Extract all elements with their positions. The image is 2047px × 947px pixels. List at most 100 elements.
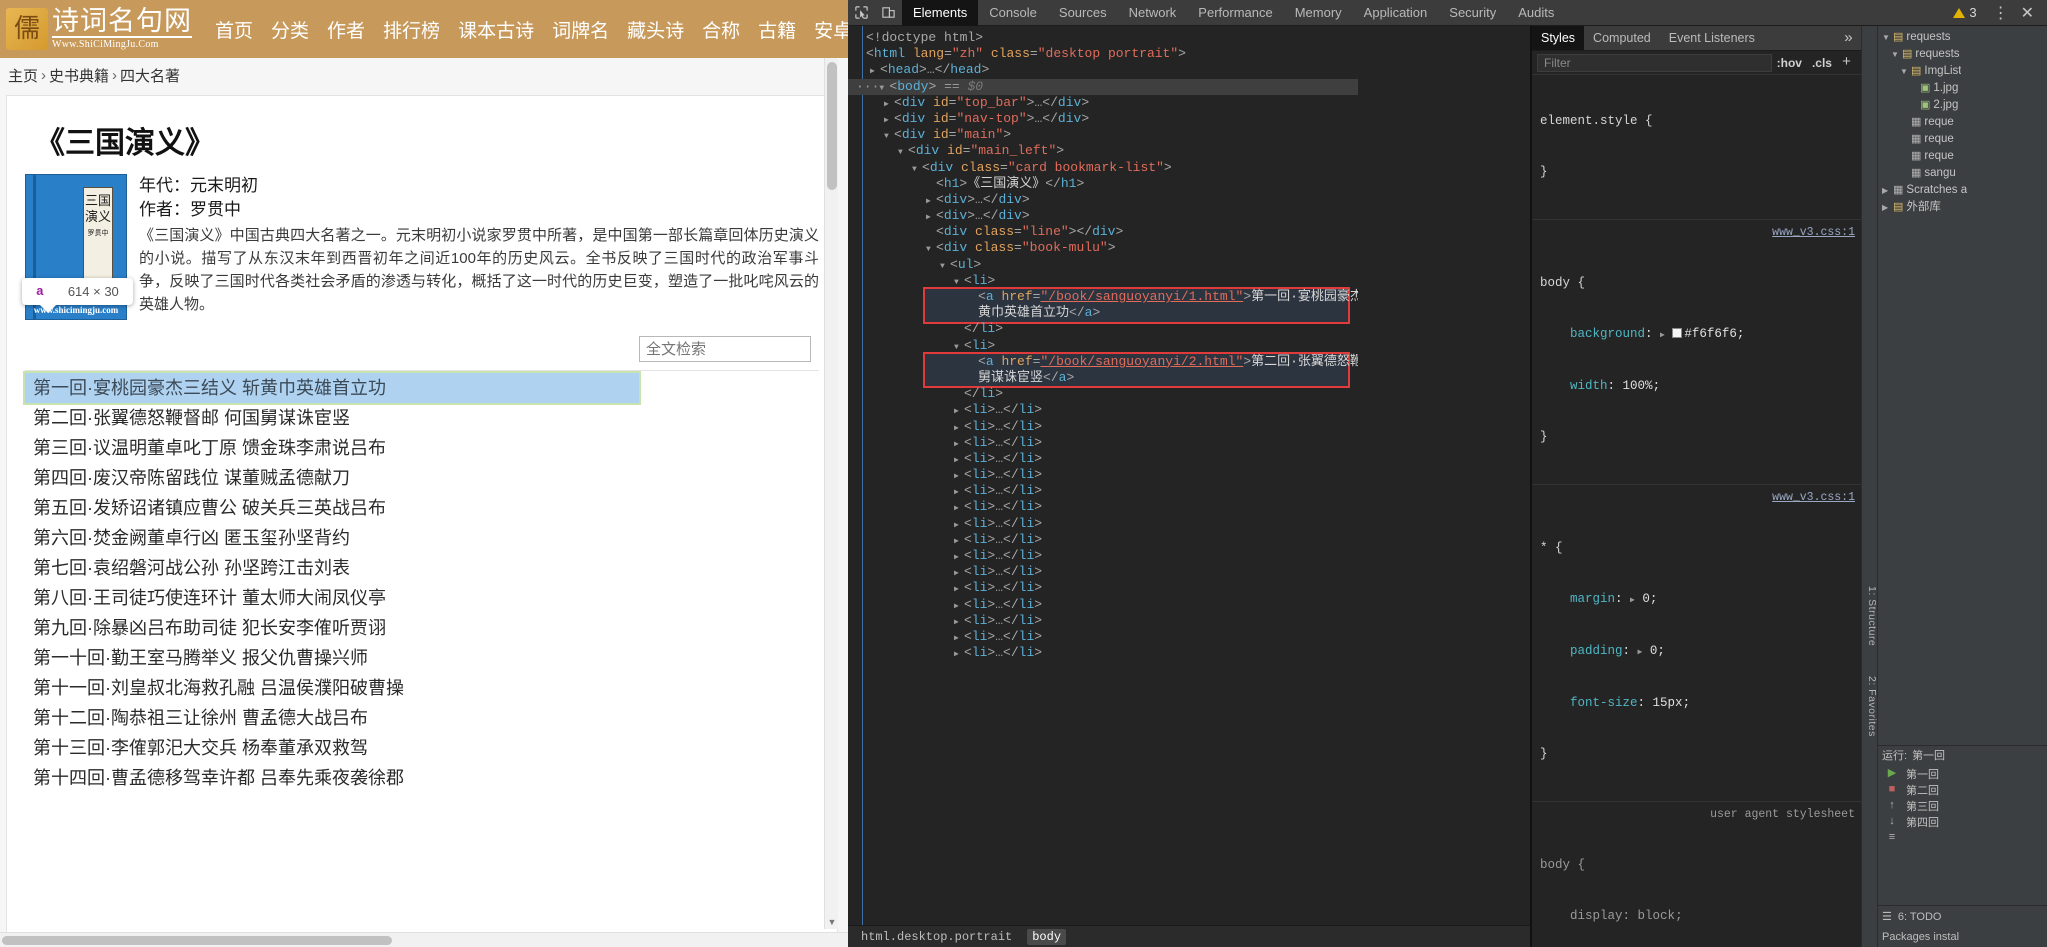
dom-node-line[interactable]: <div id="top_bar">…</div> [848,95,1358,111]
ide-tab-favorites[interactable]: 2: Favorites [1862,676,1878,737]
ide-tree-twisty-icon[interactable]: ▼ [1891,46,1899,63]
style-declaration[interactable]: width: 100%; [1540,378,1861,395]
dom-node-line[interactable]: 舅谋诛宦竖</a> [848,370,1358,386]
dom-node-line[interactable]: <div class="card bookmark-list"> [848,160,1358,176]
style-rule-element-style[interactable]: element.style { } [1532,75,1861,220]
search-input[interactable] [639,336,811,362]
chapter-item-9[interactable]: 第九回·除暴凶吕布助司徒 犯长安李傕听贾诩 [25,613,819,643]
dom-node-line[interactable]: <li>…</li> [848,629,1358,645]
page-vertical-scrollbar[interactable]: ▲ ▼ [824,58,838,929]
ide-tree-item[interactable]: ▦ reque [1878,114,2047,131]
ide-project-tree[interactable]: ▼ ▤ requests ▼ ▤ requests ▼ ▤ ImgList ▣ 1.jpg ▣ 2.jp… [1878,26,2047,745]
chapter-item-10[interactable]: 第一十回·勤王室马腾举义 报父仇曹操兴师 [25,643,819,673]
ide-tree-item[interactable]: ▦ reque [1878,131,2047,148]
chapter-item-14[interactable]: 第十四回·曹孟德移驾幸许都 吕奉先乘夜袭徐郡 [25,763,819,793]
chapter-item-1[interactable]: 第一回·宴桃园豪杰三结义 斩黄巾英雄首立功 [23,371,641,405]
dom-node-line[interactable]: <div>…</div> [848,208,1358,224]
dom-node-line[interactable]: <li>…</li> [848,451,1358,467]
run-stop-icon[interactable]: ■ [1889,783,1896,795]
chapter-item-7[interactable]: 第七回·袁绍磐河战公孙 孙坚跨江击刘表 [25,553,819,583]
dom-node-line[interactable]: <div id="nav-top">…</div> [848,111,1358,127]
dom-node-line[interactable]: <li>…</li> [848,402,1358,418]
ide-tab-structure[interactable]: 1: Structure [1862,586,1878,646]
chapter-item-5[interactable]: 第五回·发矫诏诸镇应曹公 破关兵三英战吕布 [25,493,819,523]
chapter-item-4[interactable]: 第四回·废汉帝陈留践位 谋董贼孟德献刀 [25,463,819,493]
dom-node-line[interactable]: <ul> [848,257,1358,273]
style-declaration[interactable]: font-size: 15px; [1540,695,1861,712]
breadcrumb-item-history-books[interactable]: 史书典籍 [49,65,109,86]
site-logo-text[interactable]: 诗词名句网 Www.ShiCiMingJu.Com [52,7,192,51]
nav-item-category[interactable]: 分类 [262,16,318,43]
site-logo-icon[interactable]: 儒 [6,8,48,50]
dom-node-line[interactable]: ···<body> == $0 [848,78,1358,95]
device-toolbar-icon[interactable] [875,0,902,26]
ide-tree-item[interactable]: ▣ 1.jpg [1878,80,2047,97]
dom-node-line[interactable]: <li>…</li> [848,645,1358,661]
chapter-item-13[interactable]: 第十三回·李傕郭汜大交兵 杨奉董承双救驾 [25,733,819,763]
tab-application[interactable]: Application [1353,0,1439,26]
warning-badge[interactable]: 3 [1953,5,1977,20]
style-rule-source[interactable]: www_v3.css:1 [1772,489,1855,506]
tab-memory[interactable]: Memory [1284,0,1353,26]
dom-node-line[interactable]: <div>…</div> [848,192,1358,208]
dom-node-line[interactable]: 黄巾英雄首立功</a> [848,305,1358,321]
hover-state-toggle[interactable]: :hov [1772,56,1807,70]
dom-breadcrumb-html[interactable]: html.desktop.portrait [856,929,1017,945]
dom-node-line[interactable]: <li>…</li> [848,580,1358,596]
breadcrumb-item-four-classics[interactable]: 四大名著 [120,65,180,86]
dom-node-line[interactable]: <li>…</li> [848,532,1358,548]
ide-tree-twisty-icon[interactable]: ▼ [1900,63,1908,80]
nav-item-home[interactable]: 首页 [206,16,262,43]
style-rule-source[interactable]: www_v3.css:1 [1772,224,1855,241]
ide-tree-item[interactable]: ▦ sangu [1878,165,2047,182]
dom-node-line[interactable]: <div class="line"></div> [848,224,1358,240]
ide-tree-twisty-icon[interactable]: ▶ [1882,182,1890,199]
tab-security[interactable]: Security [1438,0,1507,26]
tab-elements[interactable]: Elements [902,0,979,26]
ide-tree-item[interactable]: ▶ ▦ Scratches a [1878,182,2047,199]
style-declaration[interactable]: margin: ▶ 0; [1540,591,1861,609]
nav-item-textbook-poems[interactable]: 课本古诗 [449,16,543,43]
tab-styles[interactable]: Styles [1532,26,1585,50]
scroll-down-arrow-icon[interactable]: ▼ [825,915,839,929]
run-scroll-down-icon[interactable]: ↓ [1889,815,1895,827]
dom-node-line[interactable]: <a href="/book/sanguoyanyi/2.html">第二回·张… [848,354,1358,370]
dom-node-line[interactable]: <li> [848,273,1358,289]
dom-node-line[interactable]: <!doctype html> [848,30,1358,46]
ide-tree-item[interactable]: ▣ 2.jpg [1878,97,2047,114]
style-rule-body[interactable]: www_v3.css:1 body { background: ▶ #f6f6f… [1532,220,1861,485]
tab-performance[interactable]: Performance [1187,0,1283,26]
chapter-item-8[interactable]: 第八回·王司徒巧使连环计 董太师大闹凤仪亭 [25,583,819,613]
dom-node-line[interactable]: <li>…</li> [848,516,1358,532]
dom-node-line[interactable]: <div class="book-mulu"> [848,240,1358,256]
ide-run-target[interactable]: 第一回 [1912,747,1945,763]
ide-tree-twisty-icon[interactable]: ▼ [1882,29,1890,46]
dom-node-line[interactable]: <head>…</head> [848,62,1358,78]
class-editor-toggle[interactable]: .cls [1807,56,1837,70]
new-style-rule-button[interactable]: + [1837,54,1856,71]
nav-item-ranking[interactable]: 排行榜 [374,16,449,43]
dom-node-line[interactable]: <li>…</li> [848,419,1358,435]
chapter-item-12[interactable]: 第十二回·陶恭祖三让徐州 曹孟德大战吕布 [25,703,819,733]
dom-node-line[interactable]: <li>…</li> [848,499,1358,515]
ide-run-output[interactable]: 第一回 第二回 第三回 第四回 [1906,764,2047,905]
dom-node-line[interactable]: <li>…</li> [848,467,1358,483]
nav-item-author[interactable]: 作者 [318,16,374,43]
nav-item-android-download[interactable]: 安卓下载 [805,16,848,43]
dom-node-line[interactable]: <li>…</li> [848,483,1358,499]
dom-node-line[interactable]: </li> [848,386,1358,402]
dom-node-line[interactable]: <html lang="zh" class="desktop portrait"… [848,46,1358,62]
color-swatch-icon[interactable] [1672,328,1683,338]
run-play-icon[interactable]: ▶ [1888,766,1896,779]
ide-tree-item[interactable]: ▶ ▤ 外部库 [1878,199,2047,216]
nav-item-acrostic[interactable]: 藏头诗 [618,16,693,43]
ide-tree-twisty-icon[interactable]: ▶ [1882,199,1890,216]
styles-filter-input[interactable] [1537,53,1772,72]
tab-event-listeners[interactable]: Event Listeners [1660,26,1764,50]
tab-computed[interactable]: Computed [1584,26,1660,50]
run-terminal-icon[interactable]: ≡ [1889,831,1895,843]
style-declaration[interactable]: background: ▶ #f6f6f6; [1540,326,1861,344]
breadcrumb-item-home[interactable]: 主页 [8,65,38,86]
style-rule-body-ua[interactable]: user agent stylesheet body { display: bl… [1532,802,1861,947]
dom-node-line[interactable]: <li>…</li> [848,597,1358,613]
